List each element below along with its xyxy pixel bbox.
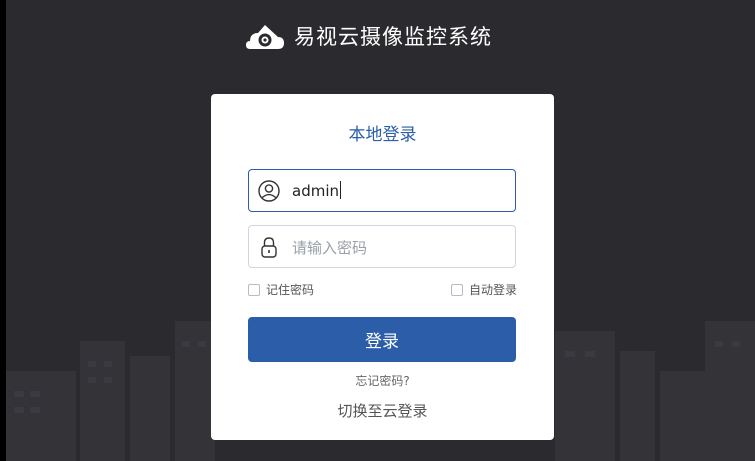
remember-password-label: 记住密码 bbox=[266, 283, 315, 297]
auto-login-option[interactable]: 自动登录 bbox=[450, 281, 517, 298]
brand-header: 易视云摄像监控系统 bbox=[244, 14, 492, 58]
switch-to-cloud-login-link[interactable]: 切换至云登录 bbox=[211, 400, 554, 421]
forgot-password-link[interactable]: 忘记密码? bbox=[211, 372, 554, 389]
login-card-title: 本地登录 bbox=[348, 125, 417, 145]
app-title: 易视云摄像监控系统 bbox=[294, 25, 492, 49]
remember-password-checkbox[interactable] bbox=[248, 283, 260, 296]
auto-login-checkbox[interactable] bbox=[450, 283, 463, 296]
password-field[interactable]: 请输入密码 bbox=[248, 225, 516, 268]
username-field[interactable]: admin bbox=[248, 169, 516, 212]
username-value: admin bbox=[292, 181, 341, 200]
password-placeholder: 请输入密码 bbox=[292, 239, 368, 257]
house-camera-icon bbox=[246, 25, 284, 49]
lock-icon bbox=[261, 237, 277, 258]
auto-login-label: 自动登录 bbox=[468, 283, 517, 297]
login-button[interactable]: 登录 bbox=[248, 317, 516, 362]
text-caret bbox=[340, 181, 341, 199]
login-card: 本地登录 admin 请输入密码 记住密码 自动登录 登录 忘记密码? 切换至云… bbox=[211, 94, 554, 440]
user-icon bbox=[258, 180, 280, 202]
remember-password-option[interactable]: 记住密码 bbox=[248, 281, 314, 298]
